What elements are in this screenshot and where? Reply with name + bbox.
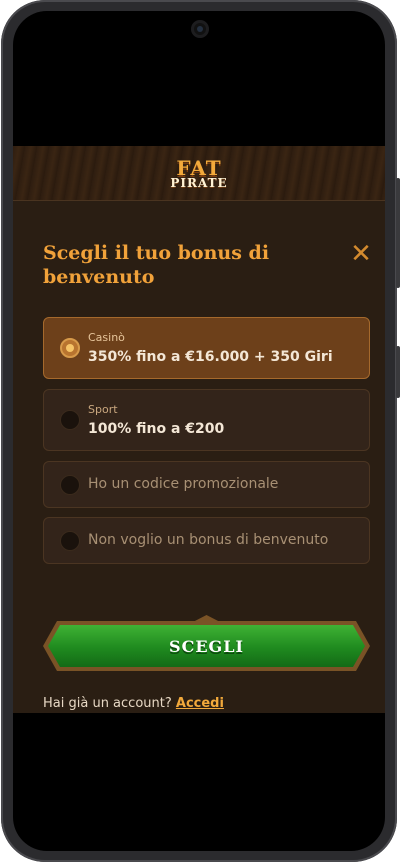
modal-title: Scegli il tuo bonus di benvenuto bbox=[43, 242, 270, 288]
choose-button[interactable]: SCEGLI bbox=[48, 625, 365, 667]
phone-frame: FAT PIRATE Scegli il tuo bonus di benven… bbox=[1, 0, 400, 862]
bonus-option-promo-code[interactable]: Ho un codice promozionale bbox=[43, 461, 370, 508]
choose-button-label: SCEGLI bbox=[169, 636, 244, 656]
front-camera bbox=[191, 20, 209, 38]
volume-button bbox=[396, 178, 400, 288]
bonus-option-casino[interactable]: Casinò 350% fino a €16.000 + 350 Giri bbox=[43, 317, 370, 379]
logo-text-bottom: PIRATE bbox=[170, 175, 228, 190]
fat-pirate-logo[interactable]: FAT PIRATE bbox=[170, 158, 227, 189]
phone-screen: FAT PIRATE Scegli il tuo bonus di benven… bbox=[13, 11, 385, 851]
option-label: 350% fino a €16.000 + 350 Giri bbox=[88, 349, 333, 365]
choose-button-wrapper: SCEGLI bbox=[43, 615, 370, 671]
bonus-option-sport[interactable]: Sport 100% fino a €200 bbox=[43, 389, 370, 451]
login-link[interactable]: Accedi bbox=[176, 696, 224, 711]
login-prompt: Hai già un account? Accedi bbox=[43, 696, 224, 711]
option-label: 100% fino a €200 bbox=[88, 421, 225, 437]
option-label: Non voglio un bonus di benvenuto bbox=[88, 532, 329, 548]
bonus-option-no-bonus[interactable]: Non voglio un bonus di benvenuto bbox=[43, 517, 370, 564]
power-button bbox=[396, 346, 400, 398]
logo-text-top: FAT bbox=[176, 155, 222, 180]
close-icon[interactable]: ✕ bbox=[349, 241, 373, 267]
option-category: Casinò bbox=[88, 331, 125, 344]
radio-button[interactable] bbox=[60, 475, 80, 495]
radio-button[interactable] bbox=[60, 410, 80, 430]
site-header: FAT PIRATE bbox=[13, 146, 385, 201]
radio-button[interactable] bbox=[60, 531, 80, 551]
option-label: Ho un codice promozionale bbox=[88, 476, 279, 492]
bonus-modal: Scegli il tuo bonus di benvenuto ✕ Casin… bbox=[13, 201, 385, 713]
radio-button[interactable] bbox=[60, 338, 80, 358]
option-category: Sport bbox=[88, 403, 118, 416]
login-prompt-text: Hai già un account? bbox=[43, 696, 172, 711]
